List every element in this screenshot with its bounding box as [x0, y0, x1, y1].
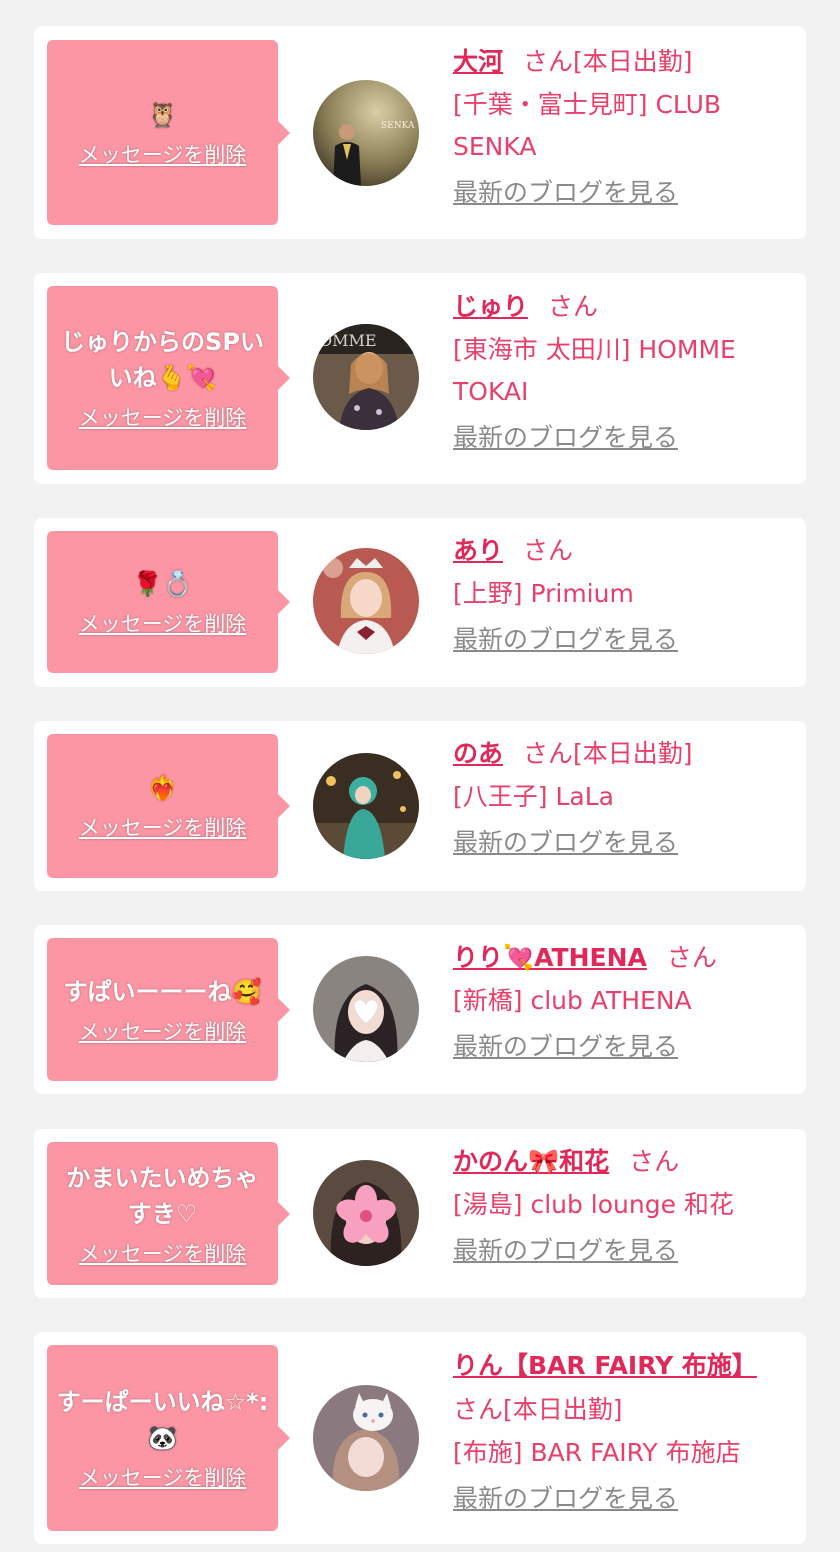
message-card: 🦉 メッセージを削除 SENKA 大河 さん[本日出勤] [千葉・富士見町] CL…: [34, 26, 806, 239]
delete-message-link[interactable]: メッセージを削除: [79, 1240, 247, 1268]
avatar[interactable]: [313, 548, 419, 654]
san-label: さん: [666, 943, 717, 972]
shop-label: [新橋] club ATHENA: [453, 986, 692, 1015]
cast-name-link[interactable]: かのん🎀和花: [453, 1147, 609, 1176]
cast-info: かのん🎀和花 さん [湯島] club lounge 和花 最新のブログを見る: [453, 1140, 798, 1273]
latest-blog-link[interactable]: 最新のブログを見る: [453, 1232, 678, 1270]
message-text: ❤️‍🔥: [147, 774, 178, 802]
cast-name-link[interactable]: りん【BAR FAIRY 布施】: [453, 1344, 757, 1388]
cast-info: じゅり さん [東海市 太田川] HOMME TOKAI 最新のブログを見る: [453, 285, 798, 460]
cast-name-link[interactable]: りり💘ATHENA: [453, 943, 647, 972]
cast-info: 大河 さん[本日出勤] [千葉・富士見町] CLUB SENKA 最新のブログを見…: [453, 40, 798, 215]
san-label: さん[本日出勤]: [523, 739, 693, 768]
shop-label: [湯島] club lounge 和花: [453, 1190, 734, 1219]
shop-label: [千葉・富士見町] CLUB SENKA: [453, 90, 722, 161]
latest-blog-link[interactable]: 最新のブログを見る: [453, 824, 678, 862]
latest-blog-link[interactable]: 最新のブログを見る: [453, 621, 678, 659]
san-label: さん[本日出勤]: [523, 47, 693, 76]
avatar[interactable]: [313, 1385, 419, 1491]
cast-info: りん【BAR FAIRY 布施】 さん[本日出勤] [布施] BAR FAIRY…: [453, 1344, 798, 1521]
cast-name-link[interactable]: あり: [453, 536, 503, 565]
message-text: かまいたいめちゃすき♡: [66, 1163, 259, 1228]
avatar[interactable]: [313, 753, 419, 859]
message-card: 🌹💍 メッセージを削除 あり さん [上野] Primium 最新のブログを見る: [34, 518, 806, 687]
message-bubble: ❤️‍🔥 メッセージを削除: [47, 734, 290, 878]
cast-info: あり さん [上野] Primium 最新のブログを見る: [453, 529, 798, 662]
shop-label: [上野] Primium: [453, 579, 634, 608]
shop-label: [八王子] LaLa: [453, 782, 614, 811]
avatar[interactable]: SENKA: [313, 80, 419, 186]
avatar[interactable]: OMME: [313, 324, 419, 430]
message-card: ❤️‍🔥 メッセージを削除 のあ さん[本日出勤] [八王子] LaLa 最新のブ…: [34, 721, 806, 891]
svg-text:SENKA: SENKA: [381, 121, 415, 131]
avatar[interactable]: [313, 956, 419, 1062]
message-text: 🌹💍: [132, 570, 193, 598]
message-bubble: かまいたいめちゃすき♡ メッセージを削除: [47, 1142, 290, 1285]
delete-message-link[interactable]: メッセージを削除: [79, 814, 247, 842]
delete-message-link[interactable]: メッセージを削除: [79, 141, 247, 169]
message-card: かまいたいめちゃすき♡ メッセージを削除 かのん🎀和花 さん [湯島] club …: [34, 1129, 806, 1298]
message-bubble: 🌹💍 メッセージを削除: [47, 531, 290, 673]
shop-label: [東海市 太田川] HOMME TOKAI: [453, 335, 736, 406]
latest-blog-link[interactable]: 最新のブログを見る: [453, 1028, 678, 1066]
message-text: すーぱーいいね☆*:🐼: [56, 1388, 269, 1452]
message-text: すぱいーーーね🥰: [63, 977, 262, 1006]
cast-name-link[interactable]: 大河: [453, 47, 503, 76]
cast-info: りり💘ATHENA さん [新橋] club ATHENA 最新のブログを見る: [453, 936, 798, 1069]
san-label: さん: [548, 292, 599, 321]
message-bubble: すぱいーーーね🥰 メッセージを削除: [47, 938, 290, 1081]
delete-message-link[interactable]: メッセージを削除: [79, 404, 247, 432]
delete-message-link[interactable]: メッセージを削除: [79, 1464, 247, 1492]
message-text: じゅりからのSPいいね🫰💘: [61, 328, 264, 392]
message-bubble: すーぱーいいね☆*:🐼 メッセージを削除: [47, 1345, 290, 1531]
cast-info: のあ さん[本日出勤] [八王子] LaLa 最新のブログを見る: [453, 732, 798, 865]
san-label: さん[本日出勤]: [453, 1395, 623, 1424]
delete-message-link[interactable]: メッセージを削除: [79, 1018, 247, 1046]
latest-blog-link[interactable]: 最新のブログを見る: [453, 419, 678, 457]
cast-name-link[interactable]: のあ: [453, 739, 503, 768]
san-label: さん: [523, 536, 574, 565]
latest-blog-link[interactable]: 最新のブログを見る: [453, 1480, 678, 1518]
message-card: すぱいーーーね🥰 メッセージを削除 りり💘ATHENA さん [新橋] club …: [34, 925, 806, 1094]
message-card: じゅりからのSPいいね🫰💘 メッセージを削除 OMME じゅり さん [東海市 太…: [34, 273, 806, 484]
san-label: さん: [629, 1147, 680, 1176]
svg-text:OMME: OMME: [319, 331, 377, 350]
latest-blog-link[interactable]: 最新のブログを見る: [453, 174, 678, 212]
avatar[interactable]: [313, 1160, 419, 1266]
message-text: 🦉: [147, 100, 178, 129]
message-card: すーぱーいいね☆*:🐼 メッセージを削除 りん【BAR FAIRY 布施】 さん…: [34, 1332, 806, 1544]
delete-message-link[interactable]: メッセージを削除: [79, 610, 247, 638]
cast-name-link[interactable]: じゅり: [453, 292, 528, 321]
message-bubble: 🦉 メッセージを削除: [47, 40, 290, 225]
message-bubble: じゅりからのSPいいね🫰💘 メッセージを削除: [47, 286, 290, 470]
shop-label: [布施] BAR FAIRY 布施店: [453, 1438, 741, 1467]
